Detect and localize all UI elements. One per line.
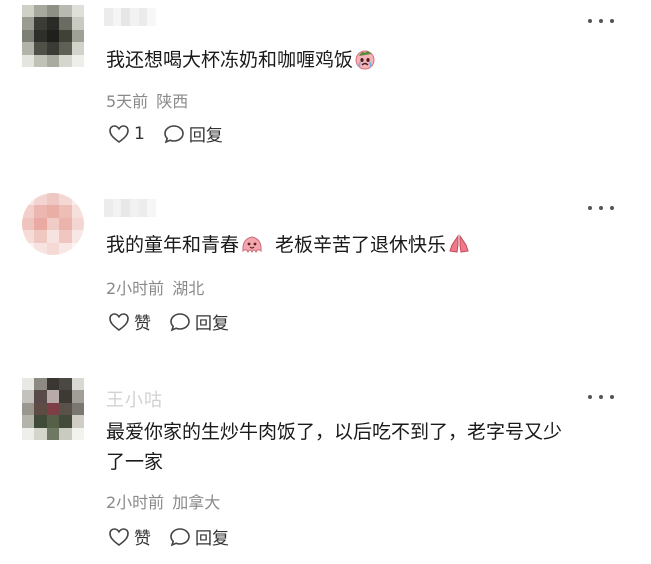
avatar-mosaic <box>22 5 84 67</box>
reply-button[interactable]: 回复 <box>163 121 223 146</box>
more-options-icon[interactable] <box>588 201 614 215</box>
like-label: 赞 <box>134 529 151 549</box>
praying-hands-emoji <box>446 233 472 264</box>
comment-location: 加拿大 <box>172 493 221 512</box>
heart-outline-icon <box>109 527 129 546</box>
speech-bubble-icon <box>164 124 184 143</box>
reply-label: 回复 <box>188 126 223 146</box>
comment-text-content: 我还想喝大杯冻奶和咖喱鸡饭 <box>106 49 354 71</box>
heart-outline-icon <box>109 124 129 143</box>
avatar-mosaic <box>22 193 84 255</box>
avatar[interactable] <box>22 193 84 255</box>
comment-meta: 5天前 陕西 <box>106 88 188 112</box>
reply-label: 回复 <box>195 529 229 549</box>
username-blurred[interactable] <box>104 199 156 217</box>
comment-actions: 赞 回复 <box>108 524 229 549</box>
reply-button[interactable]: 回复 <box>169 524 229 549</box>
avatar[interactable] <box>22 5 84 67</box>
comment-actions: 1 回复 <box>108 121 223 146</box>
comment-text-line1: 最爱你家的生炒牛肉饭了，以后吃不到了，老字号又少 <box>106 421 563 443</box>
comment-location: 湖北 <box>172 279 205 298</box>
comment-text-part1: 我的童年和青春 <box>106 234 240 256</box>
reply-label: 回复 <box>195 314 229 334</box>
comment-meta: 2小时前 湖北 <box>106 275 204 299</box>
avatar[interactable] <box>22 378 84 440</box>
like-button[interactable]: 赞 <box>108 524 151 549</box>
reply-button[interactable]: 回复 <box>169 309 229 334</box>
comment-meta: 2小时前 加拿大 <box>106 489 220 513</box>
crying-face-emoji <box>353 48 377 79</box>
username[interactable]: 王小咕 <box>106 386 163 412</box>
more-options-icon[interactable] <box>588 390 614 404</box>
like-button[interactable]: 赞 <box>108 309 151 334</box>
like-button[interactable]: 1 <box>108 124 145 144</box>
comment-text: 我还想喝大杯冻奶和咖喱鸡饭 <box>106 45 377 79</box>
speech-bubble-icon <box>170 527 190 546</box>
comment-location: 陕西 <box>156 92 189 111</box>
pink-blob-emoji <box>239 233 265 264</box>
comment-text: 最爱你家的生炒牛肉饭了，以后吃不到了，老字号又少 了一家 <box>106 417 562 477</box>
speech-bubble-icon <box>170 312 190 331</box>
more-options-icon[interactable] <box>588 14 614 28</box>
comment-actions: 赞 回复 <box>108 309 229 334</box>
avatar-mosaic <box>22 378 84 440</box>
heart-outline-icon <box>109 312 129 331</box>
like-count: 1 <box>134 123 145 144</box>
comment-time: 5天前 <box>106 92 149 111</box>
username-blurred[interactable] <box>104 8 156 26</box>
comment-text: 我的童年和青春 老板辛苦了退休快乐 <box>106 230 472 264</box>
comment-text-part2: 老板辛苦了退休快乐 <box>275 234 447 256</box>
comment-time: 2小时前 <box>106 279 165 298</box>
like-label: 赞 <box>134 314 151 334</box>
comment-time: 2小时前 <box>106 493 165 512</box>
comment-text-line2: 了一家 <box>106 451 164 473</box>
